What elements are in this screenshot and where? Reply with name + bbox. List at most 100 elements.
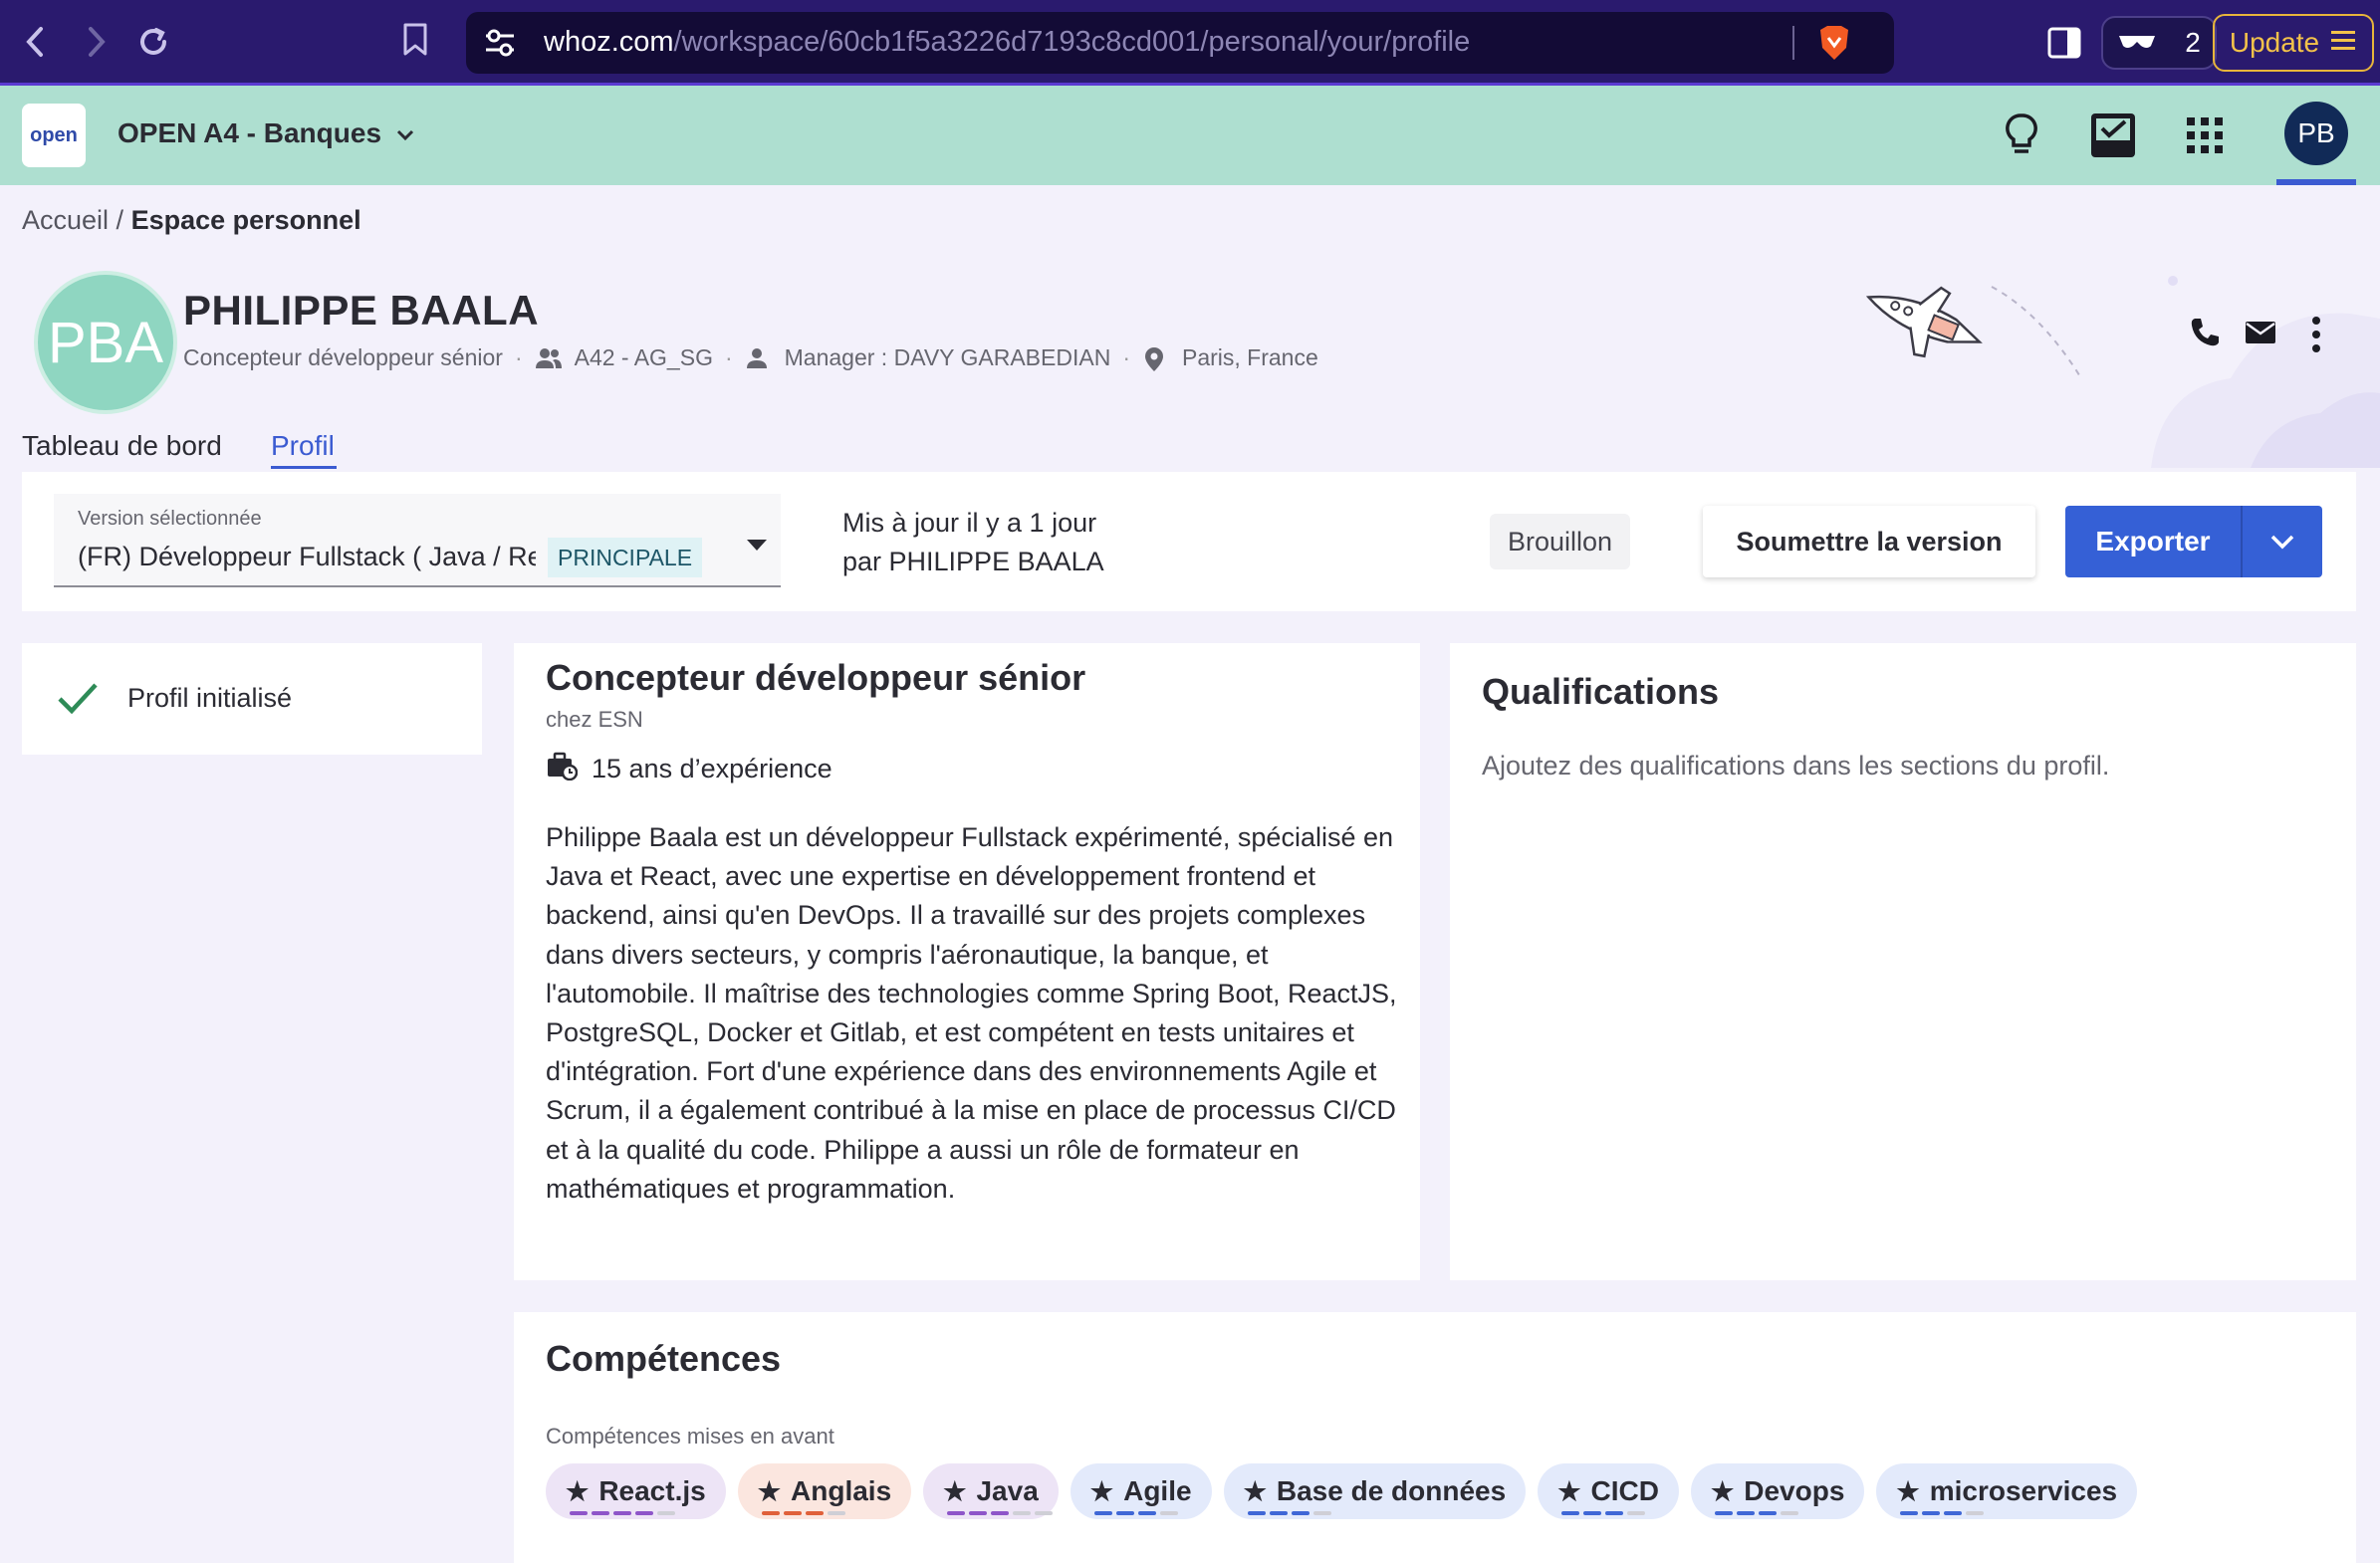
skill-level-dash bbox=[1291, 1511, 1309, 1515]
separator-dot: · bbox=[514, 344, 523, 370]
skill-level bbox=[570, 1511, 675, 1515]
skill-chip[interactable]: ★ Devops bbox=[1690, 1463, 1865, 1519]
skill-level-dash bbox=[1093, 1511, 1112, 1515]
phone-icon[interactable] bbox=[2187, 315, 2223, 350]
experience-text: 15 ans d’expérience bbox=[592, 754, 833, 783]
star-icon: ★ bbox=[757, 1475, 782, 1506]
star-icon: ★ bbox=[943, 1475, 967, 1506]
skill-level-dash bbox=[1780, 1511, 1798, 1515]
inbox-check-icon[interactable] bbox=[2087, 110, 2139, 161]
star-icon: ★ bbox=[1896, 1475, 1920, 1506]
skill-chip[interactable]: ★ Agile bbox=[1070, 1463, 1212, 1519]
breadcrumb-separator: / bbox=[109, 205, 131, 235]
skill-level bbox=[761, 1511, 845, 1515]
back-icon[interactable] bbox=[14, 20, 58, 64]
workspace-switcher[interactable]: OPEN A4 - Banques bbox=[118, 117, 415, 149]
skill-chip[interactable]: ★ CICD bbox=[1538, 1463, 1679, 1519]
skill-level-dash bbox=[1922, 1511, 1941, 1515]
skill-level-dash bbox=[1900, 1511, 1919, 1515]
person-icon bbox=[745, 346, 773, 370]
skill-level-dash bbox=[1944, 1511, 1963, 1515]
skill-level-dash bbox=[1627, 1511, 1646, 1515]
job-summary: Philippe Baala est un développeur Fullst… bbox=[546, 822, 1397, 1204]
mail-icon[interactable] bbox=[2243, 315, 2278, 350]
skills-card: Compétences Compétences mises en avant ★… bbox=[514, 1312, 2356, 1563]
skill-chip[interactable]: ★ React.js bbox=[546, 1463, 726, 1519]
tab-dashboard[interactable]: Tableau de bord bbox=[22, 430, 222, 462]
rewards-button[interactable]: 2 bbox=[2101, 16, 2217, 70]
export-options-button[interactable] bbox=[2243, 506, 2322, 577]
qualifications-empty-text: Ajoutez des qualifications dans les sect… bbox=[1482, 751, 2110, 781]
skill-level-dash bbox=[635, 1511, 653, 1515]
skill-level-dash bbox=[1137, 1511, 1156, 1515]
profile-meta: Concepteur développeur sénior · A42 - AG… bbox=[183, 344, 1318, 371]
chevron-down-icon bbox=[2270, 535, 2294, 550]
skill-level-dash bbox=[592, 1511, 609, 1515]
job-title: Concepteur développeur sénior bbox=[546, 657, 1086, 698]
breadcrumb-home[interactable]: Accueil bbox=[22, 205, 109, 235]
skill-level-dash bbox=[1583, 1511, 1602, 1515]
separator-dot: · bbox=[1122, 344, 1130, 370]
update-button[interactable]: Update bbox=[2213, 14, 2374, 72]
profile-avatar[interactable]: PBA bbox=[34, 271, 177, 414]
skill-chip[interactable]: ★ Base de données bbox=[1223, 1463, 1527, 1519]
skill-chip[interactable]: ★ microservices bbox=[1876, 1463, 2138, 1519]
status-badge: Brouillon bbox=[1490, 514, 1631, 569]
skill-level-dash bbox=[1966, 1511, 1985, 1515]
skill-level-dash bbox=[761, 1511, 780, 1515]
skills-chips: ★ React.js ★ Anglais ★ Java ★ Agile ★ Base de… bbox=[546, 1463, 2138, 1519]
skill-level-dash bbox=[969, 1511, 988, 1515]
team-icon bbox=[535, 346, 563, 370]
version-select[interactable]: Version sélectionnée (FR) Développeur Fu… bbox=[54, 494, 781, 587]
brave-shield-icon[interactable] bbox=[1816, 24, 1852, 62]
workspace-name: OPEN A4 - Banques bbox=[118, 117, 382, 148]
principal-badge: PRINCIPALE bbox=[548, 538, 703, 577]
version-select-value: (FR) Développeur Fullstack ( Java / Reac… bbox=[78, 542, 536, 571]
address-bar[interactable]: whoz.com/workspace/60cb1f5a3226d7193c8cd… bbox=[466, 12, 1894, 74]
breadcrumb-current: Espace personnel bbox=[130, 205, 361, 235]
profile-job-title: Concepteur développeur sénior bbox=[183, 344, 503, 370]
bookmark-icon[interactable] bbox=[401, 22, 445, 66]
reload-icon[interactable] bbox=[131, 20, 175, 64]
skill-chip[interactable]: ★ Java bbox=[923, 1463, 1059, 1519]
last-updated: Mis à jour il y a 1 jour par PHILIPPE BA… bbox=[842, 504, 1104, 581]
site-settings-icon[interactable] bbox=[484, 28, 516, 58]
skill-label: Anglais bbox=[791, 1475, 892, 1506]
skill-level-dash bbox=[1269, 1511, 1288, 1515]
export-button[interactable]: Exporter bbox=[2065, 506, 2243, 577]
update-label: Update bbox=[2229, 27, 2320, 58]
skill-level-dash bbox=[1115, 1511, 1134, 1515]
skill-level-dash bbox=[1013, 1511, 1032, 1515]
forward-icon[interactable] bbox=[74, 20, 118, 64]
profile-location: Paris, France bbox=[1181, 344, 1318, 370]
skill-label: Agile bbox=[1123, 1475, 1192, 1506]
job-company: chez ESN bbox=[546, 707, 643, 732]
active-indicator bbox=[2276, 179, 2356, 185]
skill-level bbox=[1093, 1511, 1178, 1515]
app-header: open OPEN A4 - Banques PB bbox=[0, 86, 2380, 185]
skill-level-dash bbox=[1312, 1511, 1331, 1515]
rewards-count: 2 bbox=[2185, 27, 2201, 58]
skill-level bbox=[1900, 1511, 1985, 1515]
tab-profile[interactable]: Profil bbox=[271, 430, 335, 462]
browser-toolbar: whoz.com/workspace/60cb1f5a3226d7193c8cd… bbox=[0, 0, 2380, 86]
skill-level-dash bbox=[1758, 1511, 1777, 1515]
separator-dot: · bbox=[724, 344, 733, 370]
lightbulb-icon[interactable] bbox=[1996, 110, 2047, 161]
sidebar-toggle-icon[interactable] bbox=[2045, 24, 2083, 62]
skill-label: Java bbox=[976, 1475, 1039, 1506]
more-options-icon[interactable] bbox=[2298, 315, 2334, 352]
open-logo[interactable]: open bbox=[22, 104, 86, 167]
star-icon: ★ bbox=[1243, 1475, 1267, 1506]
apps-grid-icon[interactable] bbox=[2179, 110, 2231, 161]
profile-status-card: Profil initialisé bbox=[22, 643, 482, 755]
skill-level-dash bbox=[991, 1511, 1010, 1515]
skill-chip[interactable]: ★ Anglais bbox=[737, 1463, 912, 1519]
address-divider bbox=[1792, 26, 1794, 60]
submit-version-button[interactable]: Soumettre la version bbox=[1703, 506, 2035, 577]
updated-time: Mis à jour il y a 1 jour bbox=[842, 508, 1097, 538]
skill-level-dash bbox=[1605, 1511, 1624, 1515]
user-avatar[interactable]: PB bbox=[2284, 102, 2348, 165]
version-bar: Version sélectionnée (FR) Développeur Fu… bbox=[22, 472, 2356, 611]
profile-name: PHILIPPE BAALA bbox=[183, 287, 540, 334]
